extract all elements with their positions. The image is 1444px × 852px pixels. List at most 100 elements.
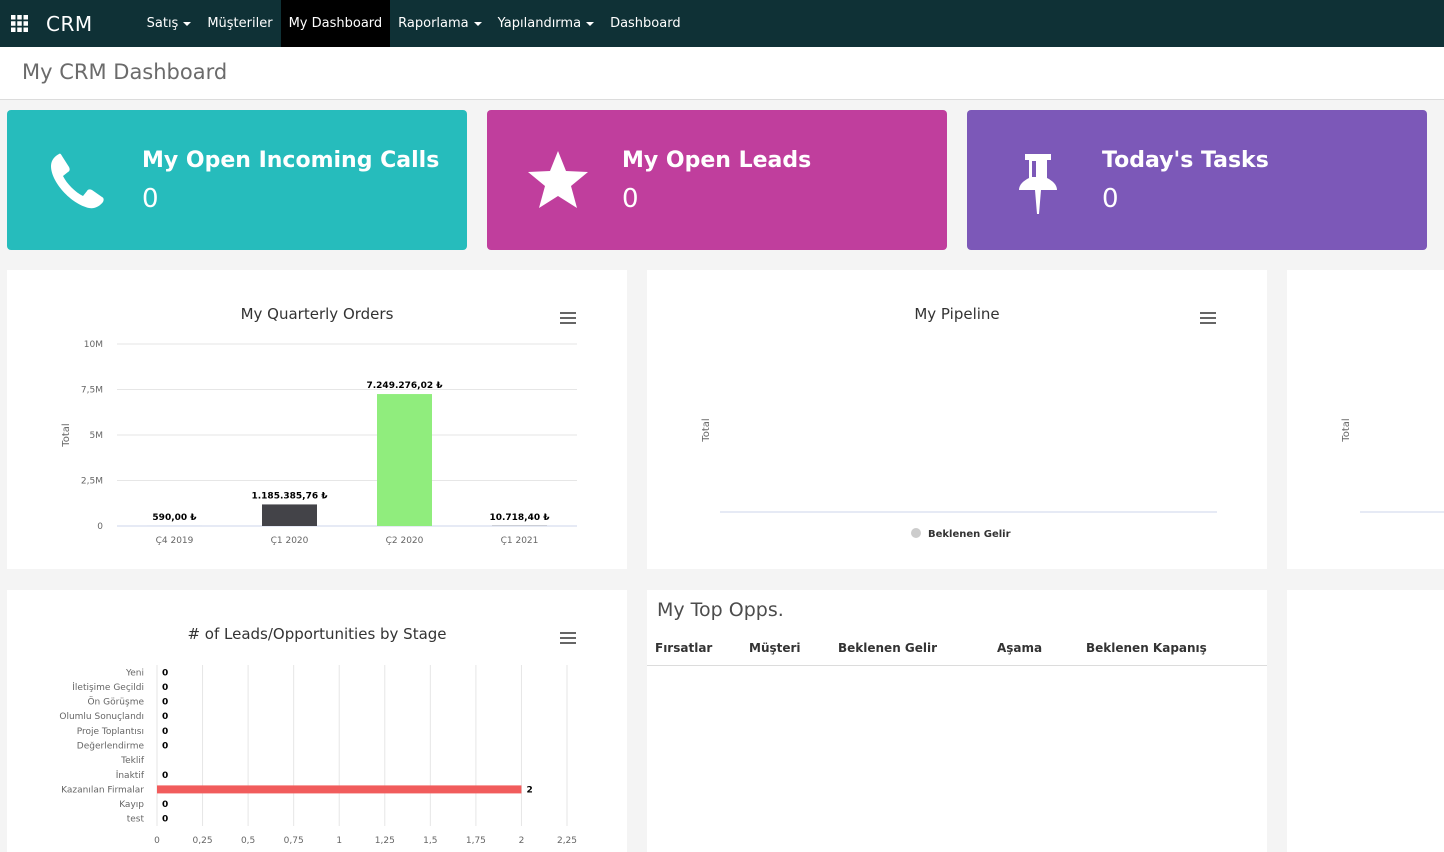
- y-tick-label: Kayıp: [119, 800, 144, 810]
- y-tick-label: Teklif: [120, 756, 145, 766]
- kpi-title: My Open Leads: [622, 148, 812, 173]
- menu-item-label: Yapılandırma: [497, 16, 582, 31]
- data-label: 0: [162, 742, 168, 752]
- menu-item-label: Dashboard: [610, 16, 681, 31]
- kpi-title: My Open Incoming Calls: [142, 148, 440, 173]
- legend-marker: [911, 528, 921, 538]
- menu-item-label: Müşteriler: [207, 16, 273, 31]
- x-tick-label: 0,75: [284, 836, 304, 846]
- menu-item-label: Satış: [146, 16, 179, 31]
- kpi-value: 0: [1102, 184, 1119, 214]
- data-label: 590,00 ₺: [152, 513, 197, 523]
- main-menu: Satış Müşteriler My Dashboard Raporlama …: [139, 0, 689, 47]
- caret-down-icon: [183, 21, 192, 26]
- y-tick-label: İnaktif: [116, 770, 145, 781]
- column-header-firsatlar[interactable]: Fırsatlar: [655, 641, 712, 655]
- brand-name[interactable]: CRM: [46, 12, 93, 36]
- data-label: 2: [526, 785, 532, 795]
- quarterly-orders-panel: My Quarterly Orders 0 2,5M 5M 7,5M 10M Total 5…: [7, 270, 627, 569]
- app-grid-icon[interactable]: [0, 0, 38, 47]
- y-tick-label: Ön Görüşme: [87, 697, 144, 708]
- menu-item-musteriler[interactable]: Müşteriler: [199, 0, 280, 47]
- x-tick-label: Ç1 2020: [271, 536, 309, 546]
- pipeline-chart: Total Beklenen Gelir: [701, 418, 1217, 540]
- data-label: 0: [162, 683, 168, 693]
- data-label: 7.249.276,02 ₺: [366, 381, 443, 391]
- x-tick-label: 1,75: [466, 836, 486, 846]
- x-tick-label: 2: [519, 836, 525, 846]
- menu-item-raporlama[interactable]: Raporlama: [390, 0, 489, 47]
- y-tick-label: test: [127, 815, 145, 825]
- star-icon: [528, 151, 588, 208]
- data-label: 10.718,40 ₺: [489, 513, 550, 523]
- y-tick-label: 7,5M: [81, 386, 103, 396]
- column-header-musteri[interactable]: Müşteri: [749, 641, 801, 655]
- extra-chart-panel: Total: [1287, 270, 1444, 569]
- phone-icon: [51, 153, 104, 209]
- page-header: My CRM Dashboard: [0, 47, 1444, 100]
- y-axis-label: Total: [701, 418, 712, 442]
- x-tick-label: Ç1 2021: [501, 536, 539, 546]
- kpi-title: Today's Tasks: [1102, 148, 1269, 173]
- y-axis-label: Total: [1341, 418, 1352, 442]
- y-tick-label: İletişime Geçildi: [72, 682, 144, 693]
- x-tick-label: Ç2 2020: [386, 536, 424, 546]
- menu-item-label: Raporlama: [398, 16, 469, 31]
- y-axis-label: Total: [61, 423, 72, 447]
- y-tick-label: 10M: [84, 340, 103, 350]
- pipeline-panel: My Pipeline Total Beklenen Gelir: [647, 270, 1267, 569]
- pushpin-icon: [1019, 154, 1057, 214]
- extra-chart: Total: [1341, 418, 1444, 513]
- data-label: 0: [162, 815, 168, 825]
- column-header-beklenen-kapanis[interactable]: Beklenen Kapanış: [1086, 641, 1207, 655]
- data-label: 0: [162, 727, 168, 737]
- x-tick-label: 1,25: [375, 836, 395, 846]
- kpi-open-incoming-calls[interactable]: My Open Incoming Calls 0: [7, 110, 467, 250]
- kpi-todays-tasks[interactable]: Today's Tasks 0: [967, 110, 1427, 250]
- y-tick-label: Olumlu Sonuçlandı: [59, 712, 144, 722]
- y-tick-label: 5M: [90, 431, 104, 441]
- y-tick-label: Değerlendirme: [77, 742, 145, 752]
- x-tick-label: 1: [336, 836, 342, 846]
- caret-down-icon: [586, 21, 595, 26]
- quarterly-orders-chart: 0 2,5M 5M 7,5M 10M Total 590,00 ₺ Ç4 2019 1.185.…: [61, 340, 577, 546]
- extra-panel-bottom: [1287, 590, 1444, 852]
- x-tick-label: 0,25: [193, 836, 213, 846]
- leads-by-stage-chart: 0 0,25 0,5 0,75 1 1,25 1,5 1,75 2 2,25 Yeni 0 İletiş…: [59, 665, 577, 846]
- y-tick-label: Proje Toplantısı: [77, 727, 144, 737]
- y-tick-label: 0: [97, 522, 103, 532]
- column-header-asama[interactable]: Aşama: [997, 641, 1042, 655]
- y-tick-label: 2,5M: [81, 477, 103, 487]
- x-tick-label: 0: [154, 836, 160, 846]
- bar: [157, 785, 522, 794]
- data-label: 0: [162, 698, 168, 708]
- x-tick-label: 0,5: [241, 836, 255, 846]
- y-tick-label: Kazanılan Firmalar: [61, 785, 144, 795]
- bar: [262, 504, 317, 526]
- column-header-beklenen-gelir[interactable]: Beklenen Gelir: [838, 641, 937, 655]
- leads-by-stage-panel: # of Leads/Opportunities by Stage 0 0,25 0…: [7, 590, 627, 852]
- kpi-value: 0: [142, 184, 159, 214]
- y-tick-label: Yeni: [125, 668, 144, 678]
- legend-label: Beklenen Gelir: [928, 529, 1011, 540]
- kpi-open-leads[interactable]: My Open Leads 0: [487, 110, 947, 250]
- bar: [377, 394, 432, 526]
- x-tick-label: 2,25: [557, 836, 577, 846]
- x-tick-label: 1,5: [423, 836, 437, 846]
- top-opps-table-header: Fırsatlar Müşteri Beklenen Gelir Aşama B…: [647, 634, 1267, 666]
- menu-item-satis[interactable]: Satış: [139, 0, 200, 47]
- caret-down-icon: [473, 21, 482, 26]
- data-label: 1.185.385,76 ₺: [251, 491, 328, 501]
- menu-item-yapilandirma[interactable]: Yapılandırma: [490, 0, 602, 47]
- data-label: 0: [162, 800, 168, 810]
- top-navbar: CRM Satış Müşteriler My Dashboard Raporl…: [0, 0, 1444, 47]
- menu-item-my-dashboard[interactable]: My Dashboard: [280, 0, 391, 47]
- panel-title: My Top Opps.: [657, 599, 784, 621]
- data-label: 0: [162, 712, 168, 722]
- data-label: 0: [162, 668, 168, 678]
- page-title: My CRM Dashboard: [22, 60, 228, 84]
- menu-item-label: My Dashboard: [288, 16, 383, 31]
- menu-item-dashboard[interactable]: Dashboard: [602, 0, 689, 47]
- kpi-value: 0: [622, 184, 639, 214]
- x-tick-label: Ç4 2019: [156, 536, 194, 546]
